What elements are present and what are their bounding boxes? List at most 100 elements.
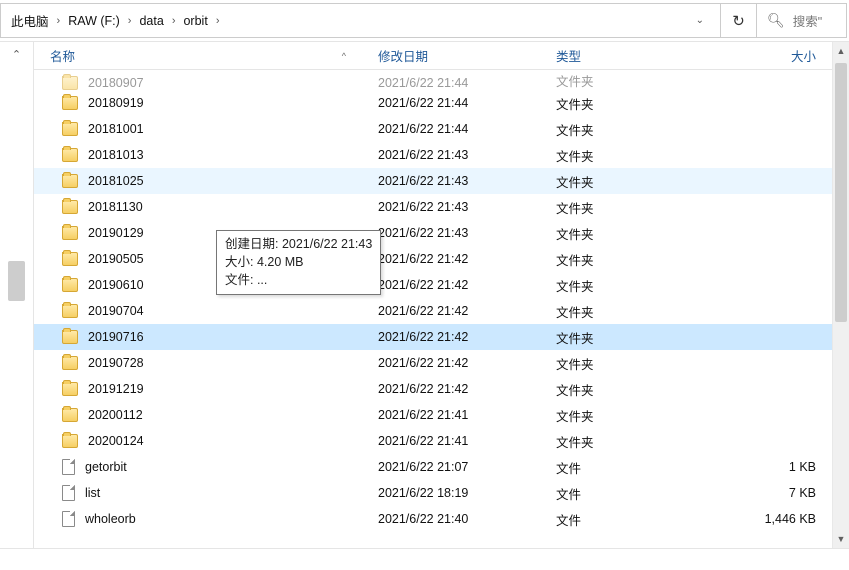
breadcrumb-item[interactable]: data [135, 14, 167, 28]
file-name: 20180919 [88, 96, 144, 110]
file-name: 20191219 [88, 382, 144, 396]
file-name: 20190716 [88, 330, 144, 344]
search-icon: 🔍︎ [767, 12, 785, 29]
folder-icon [62, 252, 78, 266]
breadcrumb-item[interactable]: orbit [179, 14, 211, 28]
file-type: 文件 [540, 484, 660, 503]
breadcrumb-item[interactable]: RAW (F:) [64, 14, 124, 28]
header-date[interactable]: 修改日期 [362, 46, 540, 65]
table-row[interactable]: 201811302021/6/22 21:43文件夹 [34, 194, 832, 220]
file-type: 文件夹 [540, 406, 660, 425]
status-bar [0, 548, 849, 570]
file-icon [62, 485, 75, 501]
file-date: 2021/6/22 21:42 [362, 330, 540, 344]
file-icon [62, 459, 75, 475]
table-row[interactable]: 20191219 2021/6/22 21:42文件夹 [34, 376, 832, 402]
chevron-down-icon[interactable]: ⌄ [686, 15, 714, 26]
table-row[interactable]: 202001242021/6/22 21:41文件夹 [34, 428, 832, 454]
table-row[interactable]: wholeorb2021/6/22 21:40文件1,446 KB [34, 506, 832, 532]
file-date: 2021/6/22 21:42 [362, 382, 540, 396]
scroll-thumb[interactable] [8, 261, 25, 301]
chevron-up-icon[interactable]: ⌃ [12, 48, 21, 61]
table-row[interactable]: 20181013 2021/6/22 21:43文件夹 [34, 142, 832, 168]
chevron-right-icon: › [212, 15, 224, 27]
file-date: 2021/6/22 21:43 [362, 148, 540, 162]
file-date: 2021/6/22 21:40 [362, 512, 540, 526]
file-date: 2021/6/22 21:07 [362, 460, 540, 474]
file-date: 2021/6/22 21:42 [362, 356, 540, 370]
column-headers: 名称 ^ 修改日期 类型 大小 [34, 42, 832, 70]
vertical-scrollbar[interactable]: ▲ ▼ [832, 42, 849, 548]
file-date: 2021/6/22 18:19 [362, 486, 540, 500]
file-type: 文件夹 [540, 276, 660, 295]
folder-icon [62, 408, 78, 422]
folder-icon [62, 200, 78, 214]
file-list[interactable]: 201809072021/6/22 21:44文件夹201809192021/6… [34, 70, 832, 548]
table-row[interactable]: 201809192021/6/22 21:44文件夹 [34, 90, 832, 116]
address-bar: 此电脑›RAW (F:)›data›orbit› ⌄ ↻ 🔍︎ 搜索" [0, 0, 849, 42]
tooltip-line: 大小: 4.20 MB [225, 253, 372, 271]
table-row[interactable]: 201901292021/6/22 21:43文件夹 [34, 220, 832, 246]
table-row[interactable]: 202001122021/6/22 21:41文件夹 [34, 402, 832, 428]
folder-icon [62, 122, 78, 136]
nav-pane-scroll[interactable]: ⌃ [0, 42, 34, 548]
file-name: 20181001 [88, 122, 144, 136]
header-name[interactable]: 名称 ^ [34, 46, 362, 65]
table-row[interactable]: 20190704 2021/6/22 21:42文件夹 [34, 298, 832, 324]
file-type: 文件夹 [540, 380, 660, 399]
file-name: 20181025 [88, 174, 144, 188]
chevron-right-icon: › [124, 15, 136, 27]
file-type: 文件夹 [540, 120, 660, 139]
folder-icon [62, 330, 78, 344]
folder-icon [62, 226, 78, 240]
file-date: 2021/6/22 21:43 [362, 174, 540, 188]
file-type: 文件夹 [540, 172, 660, 191]
file-name: list [85, 486, 100, 500]
scroll-up-icon[interactable]: ▲ [833, 42, 849, 60]
table-row[interactable]: 201809072021/6/22 21:44文件夹 [34, 70, 832, 90]
table-row[interactable]: 20181025 2021/6/22 21:43文件夹 [34, 168, 832, 194]
tooltip: 创建日期: 2021/6/22 21:43 大小: 4.20 MB 文件: ..… [216, 230, 381, 295]
search-input[interactable]: 🔍︎ 搜索" [757, 3, 847, 38]
table-row[interactable]: 201906102021/6/22 21:42文件夹 [34, 272, 832, 298]
scroll-down-icon[interactable]: ▼ [833, 530, 849, 548]
file-type: 文件夹 [540, 146, 660, 165]
file-type: 文件夹 [540, 328, 660, 347]
header-size[interactable]: 大小 [660, 46, 832, 65]
file-type: 文件夹 [540, 71, 660, 90]
folder-icon [62, 174, 78, 188]
file-size: 1,446 KB [660, 512, 832, 526]
file-type: 文件夹 [540, 224, 660, 243]
scroll-track[interactable] [833, 60, 849, 530]
table-row[interactable]: list 2021/6/22 18:19文件7 KB [34, 480, 832, 506]
refresh-button[interactable]: ↻ [721, 3, 757, 38]
sort-indicator-icon: ^ [342, 51, 346, 61]
file-name: getorbit [85, 460, 127, 474]
header-type[interactable]: 类型 [540, 46, 660, 65]
file-size: 1 KB [660, 460, 832, 474]
breadcrumb-item[interactable]: 此电脑 [7, 11, 53, 30]
folder-icon [62, 76, 78, 90]
file-name: 20190704 [88, 304, 144, 318]
file-name: 20190728 [88, 356, 144, 370]
table-row[interactable]: 201905052021/6/22 21:42文件夹 [34, 246, 832, 272]
table-row[interactable]: 201907282021/6/22 21:42文件夹 [34, 350, 832, 376]
file-date: 2021/6/22 21:42 [362, 278, 540, 292]
folder-icon [62, 434, 78, 448]
breadcrumb[interactable]: 此电脑›RAW (F:)›data›orbit› ⌄ [0, 3, 721, 38]
scroll-thumb[interactable] [835, 63, 847, 322]
file-type: 文件夹 [540, 302, 660, 321]
folder-icon [62, 304, 78, 318]
folder-icon [62, 148, 78, 162]
file-size: 7 KB [660, 486, 832, 500]
file-date: 2021/6/22 21:42 [362, 304, 540, 318]
file-date: 2021/6/22 21:41 [362, 408, 540, 422]
table-row[interactable]: 201810012021/6/22 21:44文件夹 [34, 116, 832, 142]
header-size-label: 大小 [791, 46, 816, 65]
table-row[interactable]: getorbit2021/6/22 21:07文件1 KB [34, 454, 832, 480]
file-name: 20181013 [88, 148, 144, 162]
file-name: 20190505 [88, 252, 144, 266]
file-date: 2021/6/22 21:43 [362, 200, 540, 214]
table-row[interactable]: 20190716 2021/6/22 21:42文件夹 [34, 324, 832, 350]
folder-icon [62, 278, 78, 292]
